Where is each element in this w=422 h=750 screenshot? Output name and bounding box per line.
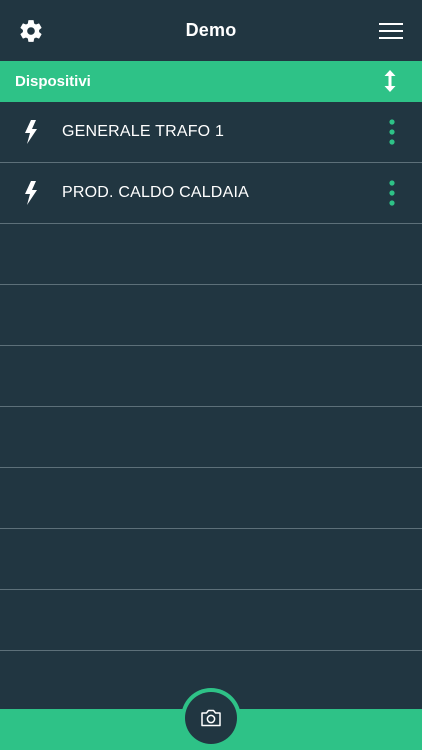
sort-button[interactable] [376, 67, 404, 95]
more-vertical-icon [389, 119, 395, 145]
empty-row [0, 590, 422, 651]
more-options-button[interactable] [384, 179, 400, 207]
device-name: GENERALE TRAFO 1 [62, 123, 225, 140]
empty-row [0, 407, 422, 468]
top-bar: Demo [0, 0, 422, 61]
empty-row [0, 224, 422, 285]
hamburger-menu-icon [379, 23, 403, 39]
menu-button[interactable] [374, 14, 408, 48]
list-item-device[interactable]: PROD. CALDO CALDAIA [0, 163, 422, 224]
more-vertical-icon [389, 180, 395, 206]
up-down-arrow-icon [384, 70, 396, 92]
page-title: Demo [185, 20, 237, 40]
device-name: PROD. CALDO CALDAIA [62, 184, 249, 201]
camera-button[interactable] [181, 688, 241, 748]
more-options-button[interactable] [384, 118, 400, 146]
settings-button[interactable] [14, 14, 48, 48]
lightning-bolt-icon [25, 120, 37, 144]
camera-button-inner [185, 692, 237, 744]
device-list: GENERALE TRAFO 1 PROD. CALDO CALDAIA [0, 102, 422, 712]
empty-row [0, 529, 422, 590]
camera-icon [201, 709, 221, 727]
empty-row [0, 346, 422, 407]
list-item-device[interactable]: GENERALE TRAFO 1 [0, 102, 422, 163]
empty-row [0, 285, 422, 346]
section-title: Dispositivi [15, 73, 91, 90]
gear-icon [20, 20, 42, 42]
lightning-bolt-icon [25, 181, 37, 205]
empty-row [0, 468, 422, 529]
app-root: Demo Dispositivi GENERALE TRAFO 1 PROD. … [0, 0, 422, 750]
section-header-dispositivi: Dispositivi [0, 61, 422, 102]
